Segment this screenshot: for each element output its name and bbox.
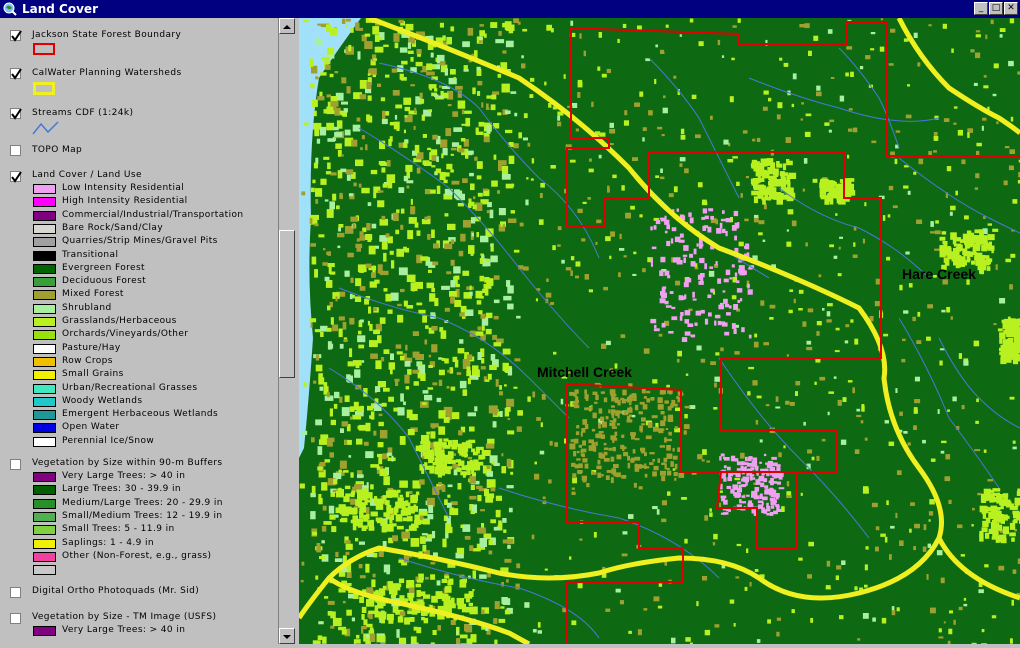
legend-class-label: Very Large Trees: > 40 in	[62, 471, 185, 481]
legend-swatch	[33, 499, 56, 509]
layer-name: Vegetation by Size - TM Image (USFS)	[32, 612, 216, 622]
legend-swatch	[33, 552, 56, 562]
legend-class-label: Bare Rock/Sand/Clay	[62, 223, 163, 233]
legend-class-label: Row Crops	[62, 356, 113, 366]
watershed-swatch	[33, 82, 55, 95]
legend-swatch	[33, 370, 56, 380]
legend-swatch	[33, 237, 56, 247]
legend-class-label: Shrubland	[62, 303, 112, 313]
legend-swatch	[33, 264, 56, 274]
land-cover-map[interactable]: Mitchell Creek Hare Creek	[299, 18, 1020, 644]
legend-class-label: Large Trees: 30 - 39.9 in	[62, 484, 181, 494]
legend-class-label: Commercial/Industrial/Transportation	[62, 210, 244, 220]
layer-checkbox-veg-buffers[interactable]	[10, 459, 21, 470]
legend-class-label: Small/Medium Trees: 12 - 19.9 in	[62, 511, 223, 521]
stream-swatch-icon	[32, 120, 60, 136]
window-title: Land Cover	[22, 1, 98, 17]
scroll-up-button[interactable]	[279, 18, 295, 34]
check-icon	[11, 31, 22, 42]
legend-class-label: Quarries/Strip Mines/Gravel Pits	[62, 236, 218, 246]
hare-creek-label: Hare Creek	[902, 266, 976, 282]
legend-class-label: Transitional	[62, 250, 118, 260]
mitchell-creek-label: Mitchell Creek	[537, 364, 632, 380]
legend-swatch	[33, 565, 56, 575]
layer-name: Jackson State Forest Boundary	[32, 30, 181, 40]
check-icon	[11, 172, 22, 183]
legend-swatch	[33, 525, 56, 535]
layer-checkbox-landcover[interactable]	[10, 171, 21, 182]
legend-class-label: Emergent Herbaceous Wetlands	[62, 409, 218, 419]
scroll-down-button[interactable]	[279, 628, 295, 644]
layer-name: Vegetation by Size within 90-m Buffers	[32, 458, 222, 468]
boundary-swatch	[33, 43, 55, 55]
legend-class-label: Grasslands/Herbaceous	[62, 316, 177, 326]
legend-panel: Jackson State Forest Boundary CalWater P…	[0, 18, 278, 644]
check-icon	[11, 69, 22, 80]
legend-class-label: Small Trees: 5 - 11.9 in	[62, 524, 175, 534]
legend-swatch	[33, 472, 56, 482]
legend-swatch	[33, 539, 56, 549]
legend-swatch	[33, 330, 56, 340]
maximize-button[interactable]: □	[989, 2, 1003, 15]
layer-checkbox-topo[interactable]	[10, 145, 21, 156]
scroll-thumb[interactable]	[279, 230, 295, 378]
legend-swatch	[33, 397, 56, 407]
map-view[interactable]: Mitchell Creek Hare Creek	[299, 18, 1020, 644]
legend-swatch	[33, 410, 56, 420]
legend-class-label: Urban/Recreational Grasses	[62, 383, 197, 393]
layer-name: Digital Ortho Photoquads (Mr. Sid)	[32, 586, 199, 596]
legend-class-label: Saplings: 1 - 4.9 in	[62, 538, 154, 548]
legend-swatch	[33, 197, 56, 207]
layer-checkbox-veg-tm[interactable]	[10, 613, 21, 624]
legend-class-label: Other (Non-Forest, e.g., grass)	[62, 551, 211, 561]
globe-icon	[2, 1, 17, 16]
arrow-down-icon	[280, 630, 294, 644]
legend-class-label: Open Water	[62, 422, 120, 432]
legend-swatch	[33, 512, 56, 522]
layer-checkbox-streams[interactable]	[10, 108, 21, 119]
legend-class-label: Mixed Forest	[62, 289, 124, 299]
legend-swatch	[33, 224, 56, 234]
layer-checkbox-watersheds[interactable]	[10, 68, 21, 79]
legend-swatch	[33, 290, 56, 300]
legend-class-label: Evergreen Forest	[62, 263, 145, 273]
layer-checkbox-boundary[interactable]	[10, 30, 21, 41]
legend-class-label: High Intensity Residential	[62, 196, 188, 206]
legend-swatch	[33, 304, 56, 314]
legend-swatch	[33, 277, 56, 287]
legend-class-label: Perennial Ice/Snow	[62, 436, 154, 446]
title-bar: Land Cover _ □ ✕	[0, 0, 1020, 18]
legend-swatch	[33, 384, 56, 394]
legend-class-label: Low Intensity Residential	[62, 183, 184, 193]
layer-name: Streams CDF (1:24k)	[32, 108, 133, 118]
legend-class-label: Orchards/Vineyards/Other	[62, 329, 188, 339]
check-icon	[11, 109, 22, 120]
layer-name: Land Cover / Land Use	[32, 170, 142, 180]
legend-swatch	[33, 485, 56, 495]
legend-swatch	[33, 211, 56, 221]
legend-class-label: Very Large Trees: > 40 in	[62, 625, 185, 635]
legend-swatch	[33, 626, 56, 636]
legend-swatch	[33, 344, 56, 354]
legend-class-label: Medium/Large Trees: 20 - 29.9 in	[62, 498, 223, 508]
legend-class-label: Pasture/Hay	[62, 343, 121, 353]
legend-swatch	[33, 251, 56, 261]
legend-class-label: Woody Wetlands	[62, 396, 142, 406]
legend-swatch	[33, 423, 56, 433]
layer-name: TOPO Map	[32, 145, 82, 155]
legend-scrollbar[interactable]	[278, 18, 295, 644]
layer-name: CalWater Planning Watersheds	[32, 68, 182, 78]
arrow-up-icon	[280, 20, 294, 34]
legend-swatch	[33, 437, 56, 447]
legend-swatch	[33, 357, 56, 367]
legend-swatch	[33, 184, 56, 194]
layer-checkbox-orthophoto[interactable]	[10, 587, 21, 598]
close-button[interactable]: ✕	[1004, 2, 1018, 15]
legend-class-label: Deciduous Forest	[62, 276, 146, 286]
minimize-button[interactable]: _	[974, 2, 988, 15]
legend-class-label: Small Grains	[62, 369, 124, 379]
legend-swatch	[33, 317, 56, 327]
